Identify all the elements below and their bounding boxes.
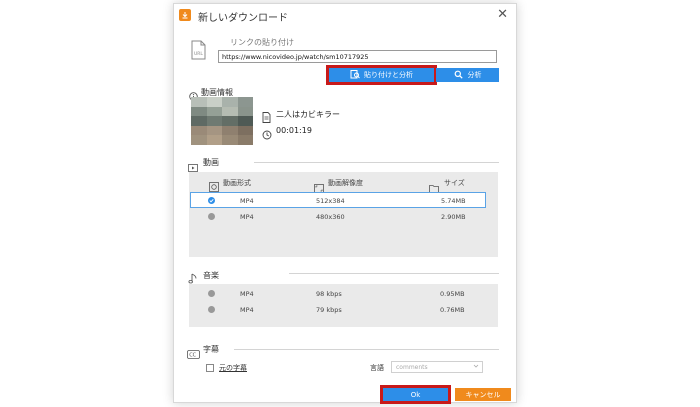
language-select-value: comments xyxy=(396,364,428,371)
subtitle-section-label: 字幕 xyxy=(203,345,219,354)
audio-radio-2-icon[interactable] xyxy=(208,306,215,313)
video-thumbnail xyxy=(191,97,253,145)
selected-radio-icon[interactable] xyxy=(208,197,215,204)
title-bar: 新しいダウンロード ✕ xyxy=(174,4,516,26)
analyze-label: 分析 xyxy=(467,71,482,79)
video-row-2-size: 2.90MB xyxy=(441,213,466,221)
video-row-2-format: MP4 xyxy=(240,213,254,221)
audio-row-1-size: 0.95MB xyxy=(440,290,465,298)
video-row-1-format: MP4 xyxy=(240,197,254,205)
download-app-icon xyxy=(179,9,191,21)
video-row-2-resolution: 480x360 xyxy=(316,213,345,221)
audio-row-1-bitrate: 98 kbps xyxy=(316,290,342,298)
analyze-button[interactable]: 分析 xyxy=(436,68,499,82)
cc-icon: CC xyxy=(187,344,200,363)
cancel-button[interactable]: キャンセル xyxy=(455,388,511,401)
audio-row-2-format: MP4 xyxy=(240,306,254,314)
subtitle-section-divider xyxy=(234,349,499,350)
audio-row-1-format: MP4 xyxy=(240,290,254,298)
original-subtitle-checkbox[interactable] xyxy=(206,364,214,372)
chevron-down-icon xyxy=(473,363,479,371)
link-paste-label: リンクの貼り付け xyxy=(230,38,294,47)
url-input[interactable] xyxy=(218,50,497,63)
language-select[interactable]: comments xyxy=(391,361,483,373)
audio-section-divider xyxy=(289,273,499,274)
download-dialog: 新しいダウンロード ✕ URL リンクの貼り付け 貼り付けと分析 分析 動画情報… xyxy=(173,3,517,404)
unselected-radio-icon[interactable] xyxy=(208,213,215,220)
audio-section-label: 音楽 xyxy=(203,271,219,280)
window-title: 新しいダウンロード xyxy=(198,13,288,24)
search-icon xyxy=(454,70,463,81)
audio-row-2-size: 0.76MB xyxy=(440,306,465,314)
url-file-icon: URL xyxy=(188,39,208,65)
paste-and-analyze-label: 貼り付けと分析 xyxy=(364,71,413,79)
video-row-1-size: 5.74MB xyxy=(441,197,466,205)
paste-icon xyxy=(350,69,360,81)
svg-text:CC: CC xyxy=(189,353,196,359)
video-duration: 00:01:19 xyxy=(276,126,312,135)
clock-icon xyxy=(262,125,272,144)
paste-and-analyze-button[interactable]: 貼り付けと分析 xyxy=(326,65,437,85)
video-title: 二人はカビキラー xyxy=(276,110,340,119)
audio-radio-1-icon[interactable] xyxy=(208,290,215,297)
svg-text:URL: URL xyxy=(194,51,203,57)
column-resolution: 動画解像度 xyxy=(328,179,363,187)
video-section-label: 動画 xyxy=(203,158,219,167)
video-section-divider xyxy=(254,162,499,163)
video-row-1-resolution: 512x384 xyxy=(316,197,345,205)
column-size: サイズ xyxy=(444,179,465,187)
audio-row-2-bitrate: 79 kbps xyxy=(316,306,342,314)
language-label: 言語 xyxy=(370,364,384,372)
original-subtitle-label: 元の字幕 xyxy=(219,364,247,372)
ok-button[interactable]: Ok xyxy=(380,385,451,404)
close-button[interactable]: ✕ xyxy=(497,7,508,22)
column-format: 動画形式 xyxy=(223,179,251,187)
